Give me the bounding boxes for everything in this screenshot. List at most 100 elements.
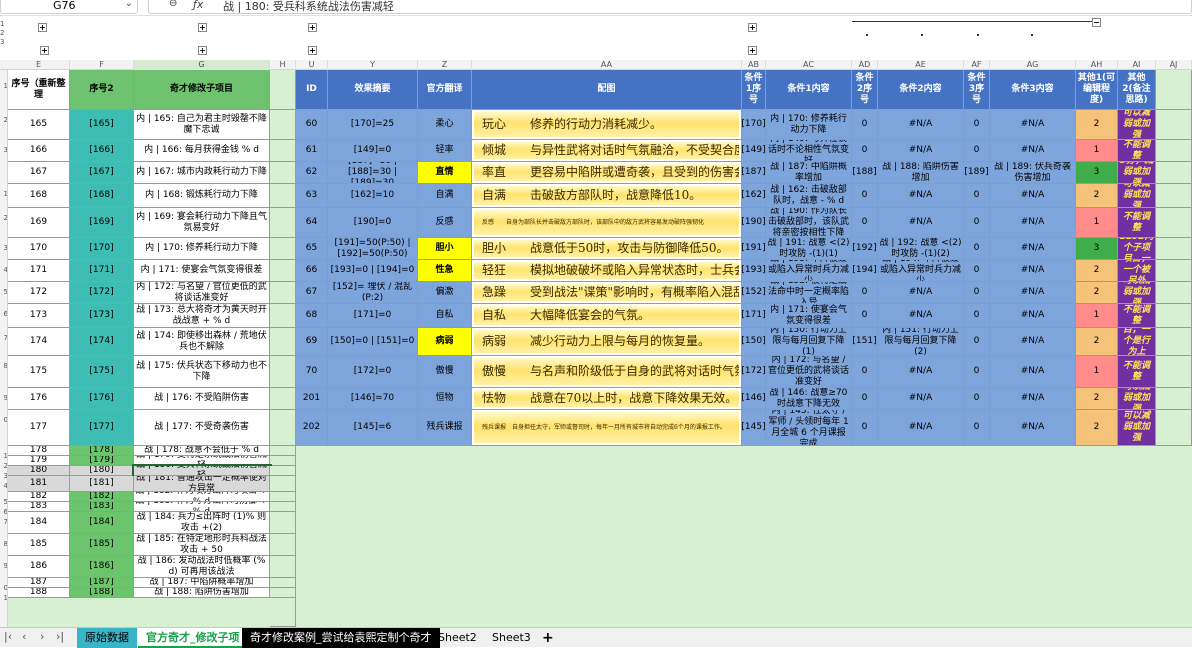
cond3-content[interactable]: #N/A bbox=[990, 238, 1076, 260]
id-cell[interactable]: 69 bbox=[296, 328, 328, 356]
cond1-content[interactable]: 内 | 145: 任太守 / 军师 / 头领时每年 1 月全城 6 个月课报完成 bbox=[766, 410, 852, 446]
editability-cell[interactable]: 3 bbox=[1076, 238, 1118, 260]
editability-cell[interactable]: 1 bbox=[1076, 304, 1118, 328]
formula-input[interactable]: ⊖ ƒx 战 | 180: 受兵科系统战法伤害减轻 bbox=[148, 0, 1192, 14]
translation-cell[interactable]: 病弱 bbox=[418, 328, 472, 356]
modifier-cell[interactable]: 内 | 171: 使宴会气氛变得很差 bbox=[134, 260, 270, 282]
zoom-icon[interactable]: ⊖ bbox=[169, 0, 177, 9]
note-cell[interactable]: 可以减弱或加强 bbox=[1118, 410, 1156, 446]
note-cell[interactable]: 5分，减弱或加强 bbox=[1118, 162, 1156, 184]
editability-cell[interactable]: 2 bbox=[1076, 282, 1118, 304]
cond2-content[interactable]: #N/A bbox=[878, 184, 964, 208]
header-ad[interactable]: 条件2序号 bbox=[852, 70, 878, 110]
expand-group-button[interactable]: + bbox=[308, 23, 317, 32]
cond3-content[interactable]: #N/A bbox=[990, 110, 1076, 140]
id-cell[interactable]: 61 bbox=[296, 140, 328, 162]
note-cell[interactable]: 可以减弱或加强 bbox=[1118, 184, 1156, 208]
seq2-cell[interactable]: [188] bbox=[70, 588, 134, 598]
cond3-content[interactable]: #N/A bbox=[990, 410, 1076, 446]
note-cell[interactable]: 可以减弱或加强 bbox=[1118, 388, 1156, 410]
cond2-seq[interactable]: 0 bbox=[852, 110, 878, 140]
effect-cell[interactable]: [191]=50(P:50) | [192]=50(P:50) bbox=[328, 238, 418, 260]
column-header[interactable]: AH bbox=[1076, 60, 1118, 70]
row-number[interactable]: 0 bbox=[0, 416, 7, 424]
expand-group-button[interactable]: + bbox=[748, 23, 757, 32]
modifier-cell[interactable]: 内 | 168: 锻炼耗行动力下降 bbox=[134, 184, 270, 208]
cond2-content[interactable]: #N/A bbox=[878, 410, 964, 446]
row-number[interactable]: 3 bbox=[0, 472, 7, 480]
trait-image-cell[interactable]: 傲慢 与名声和阶级低于自身的武将对话时气氛不易热络。 bbox=[472, 356, 742, 388]
expand-group-button[interactable]: + bbox=[198, 23, 207, 32]
column-header[interactable]: Z bbox=[418, 60, 472, 70]
cond2-seq[interactable]: 0 bbox=[852, 140, 878, 162]
trait-image-cell[interactable]: 自私 大幅降低宴会的气氛。 bbox=[472, 304, 742, 328]
row-number[interactable]: 1 bbox=[0, 190, 7, 198]
seq-cell[interactable]: 184 bbox=[8, 512, 70, 534]
row-number[interactable]: 2 bbox=[0, 214, 7, 222]
cond2-seq[interactable]: 0 bbox=[852, 356, 878, 388]
translation-cell[interactable]: 性急 bbox=[418, 260, 472, 282]
trait-image-cell[interactable]: 轻狂 模拟地破破坏或陷入异常状态时，士兵会减少。 bbox=[472, 260, 742, 282]
trait-image-cell[interactable]: 率直 更容易中陷阱或遭奇袭，且受到的伤害会上升。 bbox=[472, 162, 742, 184]
collapse-group-button[interactable]: − bbox=[1092, 18, 1101, 27]
editability-cell[interactable]: 2 bbox=[1076, 328, 1118, 356]
id-cell[interactable]: 64 bbox=[296, 208, 328, 238]
seq2-cell[interactable]: [171] bbox=[70, 260, 134, 282]
cond2-content[interactable]: 战 | 188: 陷阱伤害增加 bbox=[878, 162, 964, 184]
cond3-content[interactable]: #N/A bbox=[990, 328, 1076, 356]
cond2-content[interactable]: #N/A bbox=[878, 388, 964, 410]
expand-group-button[interactable]: + bbox=[748, 46, 757, 55]
effect-cell[interactable]: [152]= 埋伏 / 混乱 (P:2) bbox=[328, 282, 418, 304]
tab-case-study[interactable]: 奇才修改案例_尝试给袁熙定制个奇才 bbox=[242, 628, 440, 648]
seq-cell[interactable]: 179 bbox=[8, 456, 70, 466]
id-cell[interactable]: 62 bbox=[296, 162, 328, 184]
translation-cell[interactable]: 傲慢 bbox=[418, 356, 472, 388]
header-ai[interactable]: 其他2(备注思路) bbox=[1118, 70, 1156, 110]
header-ac[interactable]: 条件1内容 bbox=[766, 70, 852, 110]
effect-cell[interactable]: [171]=0 bbox=[328, 304, 418, 328]
id-cell[interactable]: 202 bbox=[296, 410, 328, 446]
cond1-content[interactable]: 内 | 149: 与异性谈话时不论相性气氛变好 bbox=[766, 140, 852, 162]
cond2-seq[interactable]: 0 bbox=[852, 388, 878, 410]
cond1-seq[interactable]: [149] bbox=[742, 140, 766, 162]
header-aa[interactable]: 配图 bbox=[472, 70, 742, 110]
trait-image-cell[interactable]: 自满 击破敌方部队时，战意降低10。 bbox=[472, 184, 742, 208]
modifier-cell[interactable]: 战 | 175: 伏兵状态下移动力也不下降 bbox=[134, 356, 270, 388]
row-number[interactable]: 9 bbox=[0, 394, 7, 402]
translation-cell[interactable]: 自私 bbox=[418, 304, 472, 328]
editability-cell[interactable]: 3 bbox=[1076, 162, 1118, 184]
column-header[interactable]: AD bbox=[852, 60, 878, 70]
seq-cell[interactable]: 181 bbox=[8, 476, 70, 492]
row-number[interactable]: 7 bbox=[0, 518, 7, 526]
cond2-content[interactable]: #N/A bbox=[878, 140, 964, 162]
note-cell[interactable]: 可以减弱或加强 bbox=[1118, 110, 1156, 140]
seq-cell[interactable]: 183 bbox=[8, 502, 70, 512]
column-header[interactable]: AI bbox=[1118, 60, 1156, 70]
header-ag[interactable]: 条件3内容 bbox=[990, 70, 1076, 110]
seq-cell[interactable]: 176 bbox=[8, 388, 70, 410]
row-number[interactable]: 2 bbox=[0, 462, 7, 470]
trait-image-cell[interactable]: 倾城 与异性武将对话时气氛融洽，不受契合度影响。 bbox=[472, 140, 742, 162]
seq2-cell[interactable]: [180] bbox=[70, 466, 134, 476]
seq-cell[interactable]: 165 bbox=[8, 110, 70, 140]
editability-cell[interactable]: 1 bbox=[1076, 356, 1118, 388]
seq2-cell[interactable]: [186] bbox=[70, 556, 134, 578]
id-cell[interactable]: 201 bbox=[296, 388, 328, 410]
seq-cell[interactable]: 186 bbox=[8, 556, 70, 578]
cond2-content[interactable]: #N/A bbox=[878, 282, 964, 304]
cond1-content[interactable]: 战 | 193: 本阵被毁或陷入异常时兵力减少 bbox=[766, 260, 852, 282]
seq2-cell[interactable]: [174] bbox=[70, 328, 134, 356]
editability-cell[interactable]: 2 bbox=[1076, 184, 1118, 208]
seq2-cell[interactable]: [166] bbox=[70, 140, 134, 162]
seq2-cell[interactable]: [177] bbox=[70, 410, 134, 446]
cond3-seq[interactable]: 0 bbox=[964, 184, 990, 208]
header-ae[interactable]: 条件2内容 bbox=[878, 70, 964, 110]
tab-official-modifiers[interactable]: 官方奇才_修改子项 bbox=[138, 628, 248, 648]
cond2-seq[interactable]: 0 bbox=[852, 282, 878, 304]
row-number[interactable]: 3 bbox=[0, 244, 7, 252]
editability-cell[interactable]: 2 bbox=[1076, 110, 1118, 140]
seq-cell[interactable]: 185 bbox=[8, 534, 70, 556]
header-af[interactable]: 条件3序号 bbox=[964, 70, 990, 110]
cond1-seq[interactable]: [172] bbox=[742, 356, 766, 388]
cond2-content[interactable]: #N/A bbox=[878, 356, 964, 388]
